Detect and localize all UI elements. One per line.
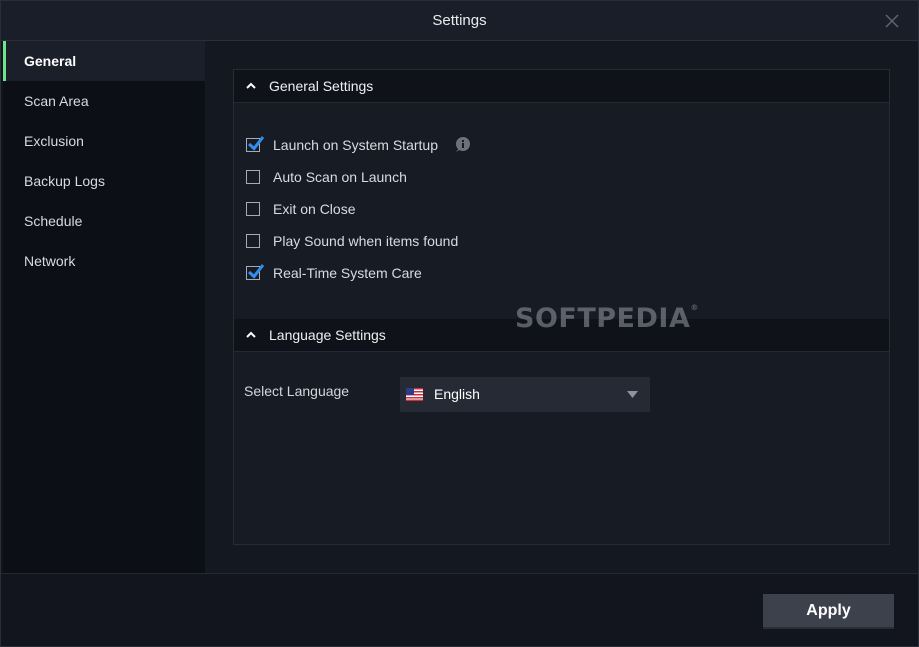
dropdown-arrow-icon [627, 391, 638, 398]
close-icon[interactable] [884, 13, 900, 29]
chevron-up-icon [246, 82, 256, 89]
general-settings-title: General Settings [269, 78, 374, 94]
real-time-care-option[interactable]: Real-Time System Care [246, 263, 422, 283]
auto-scan-checkbox[interactable] [246, 170, 260, 184]
settings-panel: General Settings Launch on System Startu… [233, 69, 890, 545]
sidebar: General Scan Area Exclusion Backup Logs … [3, 41, 205, 573]
checkmark-icon [247, 264, 265, 279]
sidebar-item-network[interactable]: Network [3, 241, 205, 281]
footer: Apply [1, 573, 918, 646]
real-time-care-label: Real-Time System Care [273, 265, 422, 281]
launch-on-startup-option[interactable]: Launch on System Startup [246, 135, 471, 155]
general-settings-header[interactable]: General Settings [234, 70, 889, 103]
title-bar: Settings [1, 1, 918, 41]
sidebar-item-general[interactable]: General [3, 41, 205, 81]
language-select[interactable]: English [400, 377, 650, 412]
exit-on-close-checkbox[interactable] [246, 202, 260, 216]
play-sound-checkbox[interactable] [246, 234, 260, 248]
launch-on-startup-checkbox[interactable] [246, 136, 265, 152]
launch-on-startup-label: Launch on System Startup [273, 137, 438, 153]
apply-button[interactable]: Apply [763, 594, 894, 627]
window-title: Settings [432, 12, 487, 29]
checkmark-icon [247, 136, 265, 151]
us-flag-icon [406, 388, 423, 401]
selected-language: English [434, 386, 480, 402]
sidebar-item-exclusion[interactable]: Exclusion [3, 121, 205, 161]
language-settings-title: Language Settings [269, 327, 386, 343]
select-language-label: Select Language [244, 383, 350, 399]
sidebar-item-schedule[interactable]: Schedule [3, 201, 205, 241]
exit-on-close-option[interactable]: Exit on Close [246, 199, 355, 219]
play-sound-label: Play Sound when items found [273, 233, 459, 249]
sidebar-item-scan-area[interactable]: Scan Area [3, 81, 205, 121]
auto-scan-label: Auto Scan on Launch [273, 169, 407, 185]
info-icon[interactable] [453, 136, 471, 154]
exit-on-close-label: Exit on Close [273, 201, 356, 217]
settings-window: Settings General Scan Area Exclusion Bac… [0, 0, 919, 647]
real-time-care-checkbox[interactable] [246, 264, 265, 280]
auto-scan-option[interactable]: Auto Scan on Launch [246, 167, 407, 187]
main-content: General Settings Launch on System Startu… [205, 41, 918, 573]
chevron-up-icon [246, 331, 256, 338]
play-sound-option[interactable]: Play Sound when items found [246, 231, 458, 251]
sidebar-item-backup-logs[interactable]: Backup Logs [3, 161, 205, 201]
language-settings-header[interactable]: Language Settings [234, 319, 889, 352]
